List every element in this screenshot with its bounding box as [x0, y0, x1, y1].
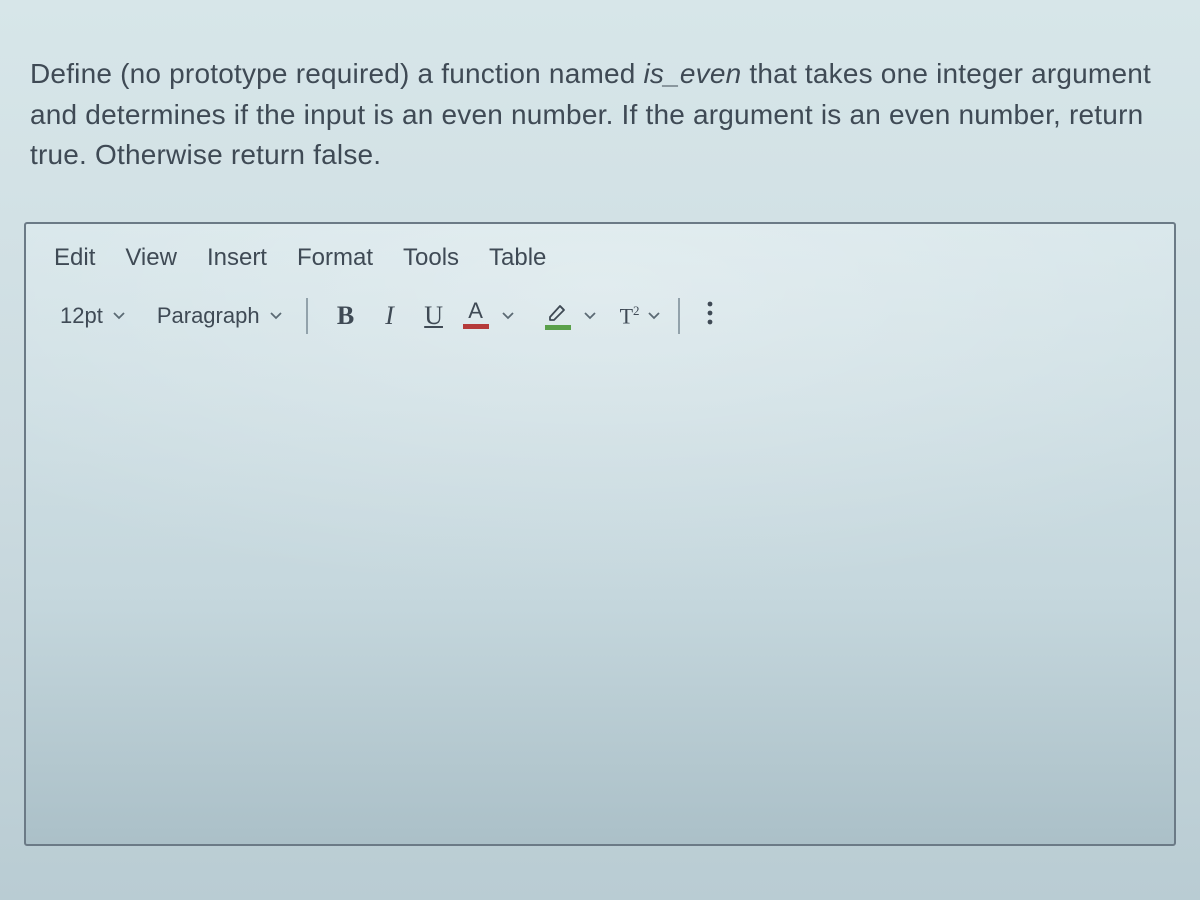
bold-glyph: B [337, 301, 354, 331]
text-color-glyph: A [468, 302, 483, 321]
paragraph-style-dropdown[interactable]: Paragraph [151, 299, 290, 333]
highlighter-icon [546, 302, 570, 322]
bold-button[interactable]: B [324, 296, 368, 336]
chevron-down-icon [500, 308, 516, 324]
prompt-text-pre: Define (no prototype required) a functio… [30, 58, 644, 89]
menu-table[interactable]: Table [489, 244, 546, 272]
question-prompt: Define (no prototype required) a functio… [30, 54, 1170, 176]
toolbar-divider [306, 298, 308, 334]
italic-button[interactable]: I [368, 296, 412, 336]
highlight-color-swatch [545, 325, 571, 330]
chevron-down-icon [111, 308, 127, 324]
editor-content-area[interactable] [26, 354, 1174, 784]
underline-button[interactable]: U [412, 296, 456, 336]
paragraph-style-value: Paragraph [157, 303, 260, 329]
toolbar-divider [678, 298, 680, 334]
chevron-down-icon [268, 308, 284, 324]
vertical-dots-icon [706, 300, 714, 332]
more-options-button[interactable] [696, 300, 724, 332]
rich-text-editor: Edit View Insert Format Tools Table 12pt… [24, 222, 1176, 846]
highlight-color-button[interactable] [538, 296, 598, 336]
chevron-down-icon [646, 308, 662, 324]
text-color-swatch [463, 324, 489, 329]
underline-glyph: U [424, 301, 443, 331]
menu-tools[interactable]: Tools [403, 244, 459, 272]
text-color-button[interactable]: A [456, 296, 516, 336]
menu-edit[interactable]: Edit [54, 244, 95, 272]
italic-glyph: I [385, 301, 394, 331]
menu-insert[interactable]: Insert [207, 244, 267, 272]
superscript-button[interactable]: T2 [620, 296, 662, 336]
chevron-down-icon [582, 308, 598, 324]
font-size-value: 12pt [60, 303, 103, 329]
editor-menu-bar: Edit View Insert Format Tools Table [26, 224, 1174, 286]
editor-toolbar: 12pt Paragraph B [26, 286, 1174, 354]
prompt-text-italic: is_even [644, 58, 742, 89]
font-size-dropdown[interactable]: 12pt [54, 299, 133, 333]
menu-view[interactable]: View [125, 244, 177, 272]
superscript-glyph: T2 [620, 303, 644, 329]
menu-format[interactable]: Format [297, 244, 373, 272]
